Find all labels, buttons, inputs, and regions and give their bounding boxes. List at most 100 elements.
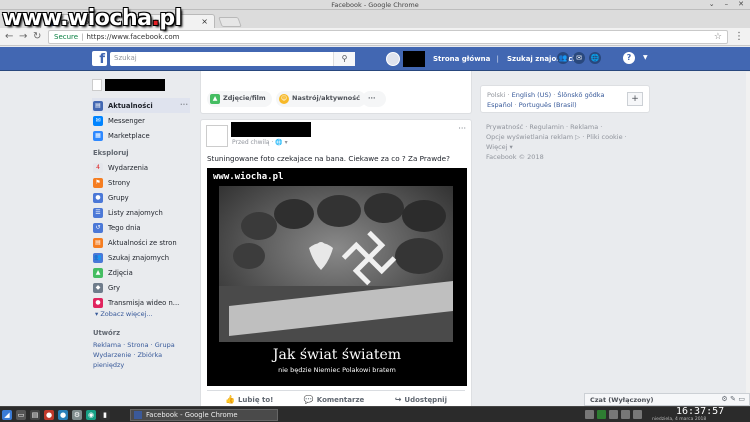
sidebar-item-calendar[interactable]: 4 Wydarzenia [92,160,192,175]
address-bar[interactable]: Secure | https://www.facebook.com ☆ [48,30,728,44]
tray-icon[interactable] [633,410,642,419]
notifications-icon[interactable]: 🌐 [589,52,601,64]
calendar-icon: 4 [93,162,103,173]
sidebar-item-photos[interactable]: ▲ Zdjęcia [92,265,192,280]
lang-silesian[interactable]: Ślōnskŏ gŏdka [557,91,604,99]
facebook-header: f Szukaj ⚲ Strona główna | Szukaj znajom… [0,47,750,71]
window-shade-button[interactable]: ⌄ [709,0,715,8]
right-footer-links[interactable]: Prywatność · Regulamin · Reklama · Opcje… [486,122,641,162]
comment-button[interactable]: 💬 Komentarze [304,395,364,404]
wiocha-watermark: www.wiocha.pl [2,6,182,31]
sidebar-item-pages-feed[interactable]: ▤ Aktualności ze stron [92,235,192,250]
create-heading: Utwórz [93,329,121,337]
photo-video-button[interactable]: ▲ Zdjęcie/film [207,91,272,107]
terminal-icon[interactable]: ▮ [100,410,110,420]
sidebar-item-on-this-day[interactable]: ↺ Tego dnia [92,220,192,235]
post-image[interactable]: www.wiocha.pl Jak świat światem nie będz… [207,168,467,386]
chrome-icon[interactable]: ◉ [86,410,96,420]
nav-home-link[interactable]: Strona główna [433,55,490,63]
sidebar-item-marketplace[interactable]: ▦ Marketplace [92,128,192,143]
files-icon[interactable]: ▤ [30,410,40,420]
sidebar-item-label: Transmisja wideo n... [108,298,180,307]
desktop-icon[interactable]: ▭ [16,410,26,420]
sidebar-item-label: Tego dnia [108,223,141,232]
create-links[interactable]: Reklama · Strona · Grupa Wydarzenie · Zb… [92,340,192,370]
window-minimize-button[interactable]: – [725,0,729,8]
sidebar-item-find-friends[interactable]: 👥 Szukaj znajomych [92,250,192,265]
chat-options-icons[interactable]: ⚙ ✎ ▭ [721,395,745,403]
taskbar-chrome-window[interactable]: Facebook - Google Chrome [130,409,278,421]
news-feed-icon: ▤ [93,100,103,111]
facebook-logo-icon[interactable]: f [92,51,107,66]
app-icon[interactable]: ● [44,410,54,420]
image-site-watermark: www.wiocha.pl [213,172,284,182]
lang-espanol[interactable]: Español [487,101,513,109]
profile-avatar[interactable] [386,52,400,66]
chrome-menu-icon[interactable]: ⋮ [734,31,744,42]
image-caption-title: Jak świat światem [272,347,402,363]
sidebar-item-news-feed[interactable]: ▤ Aktualności ··· [92,98,190,113]
start-menu-icon[interactable]: ◢ [2,410,12,420]
friend-requests-icon[interactable]: 👥 [557,52,569,64]
lang-english[interactable]: English (US) [512,91,552,99]
sidebar-item-games[interactable]: ◆ Gry [92,280,192,295]
thumbs-up-icon: 👍 [225,395,235,404]
post-timestamp[interactable]: Przed chwilą · 🌐 ▾ [232,139,288,146]
tray-icon[interactable] [585,410,594,419]
window-controls: ⌄ – ✕ [709,0,744,8]
sidebar-item-options-icon[interactable]: ··· [180,101,188,109]
back-arrow-icon[interactable]: ← [5,31,13,42]
games-icon: ◆ [93,282,103,293]
window-close-button[interactable]: ✕ [738,0,744,8]
forward-arrow-icon[interactable]: → [19,31,27,42]
os-taskbar: ◢ ▭ ▤ ● ● ⚙ ◉ ▮ Facebook - Google Chrome… [0,406,750,422]
photos-icon: ▲ [93,267,103,278]
sidebar-item-label: Grupy [108,193,129,202]
post-options-icon[interactable]: ··· [458,124,466,133]
sidebar-profile[interactable] [92,78,192,92]
redacted-profile-name [403,51,425,67]
bookmark-star-icon[interactable]: ☆ [714,32,722,42]
messages-icon[interactable]: ✉ [573,52,585,64]
tray-icon[interactable] [609,410,618,419]
like-button[interactable]: 👍 Lubię to! [225,395,273,404]
add-language-button[interactable]: + [627,92,643,106]
live-video-icon: ● [93,297,103,308]
find-friends-icon: 👥 [93,252,103,263]
share-button[interactable]: ↪ Udostępnij [395,395,447,404]
sidebar-item-messenger[interactable]: ✉ Messenger [92,113,192,128]
sidebar-item-friend-lists[interactable]: ☰ Listy znajomych [92,205,192,220]
help-icon[interactable]: ? [623,52,635,64]
explore-heading: Eksploruj [93,149,129,157]
redacted-user-name [105,79,165,91]
volume-icon[interactable] [621,410,630,419]
tab-close-icon[interactable]: × [201,17,208,26]
chat-label: Czat (Wyłączony) [590,396,654,404]
on-this-day-icon: ↺ [93,222,103,233]
reload-icon[interactable]: ↻ [33,31,41,42]
chat-bar[interactable]: Czat (Wyłączony) ⚙ ✎ ▭ [584,393,750,406]
sidebar-item-live-video[interactable]: ● Transmisja wideo n... [92,295,192,310]
network-icon[interactable] [597,410,606,419]
page-scrollbar[interactable] [746,72,750,406]
search-icon[interactable]: ⚲ [333,52,355,66]
feeling-activity-button[interactable]: ☺ Nastrój/aktywność [276,91,366,107]
clock-date: niedziela, 4 marca 2018 [652,417,707,422]
header-nav: Strona główna | Szukaj znajomych [386,51,577,67]
post-author-avatar[interactable] [206,125,228,147]
new-tab-button[interactable] [218,17,242,27]
browser-icon[interactable]: ● [58,410,68,420]
friend-lists-icon: ☰ [93,207,103,218]
see-more-link[interactable]: ▾ Zobacz więcej... [92,310,192,323]
facebook-search-input[interactable]: Szukaj ⚲ [110,52,355,66]
system-tray [585,410,642,419]
left-sidebar: ▤ Aktualności ··· ✉ Messenger ▦ Marketplace Ek… [92,78,192,370]
account-menu-caret-icon[interactable]: ▼ [643,54,648,61]
redacted-post-author [231,122,311,137]
settings-icon[interactable]: ⚙ [72,410,82,420]
lang-portugues[interactable]: Português (Brasil) [519,101,577,109]
composer-more-button[interactable]: ··· [362,91,386,107]
sidebar-item-flag[interactable]: ⚑ Strony [92,175,192,190]
sidebar-item-groups[interactable]: ● Grupy [92,190,192,205]
clock[interactable]: 16:37:57 [676,406,724,417]
